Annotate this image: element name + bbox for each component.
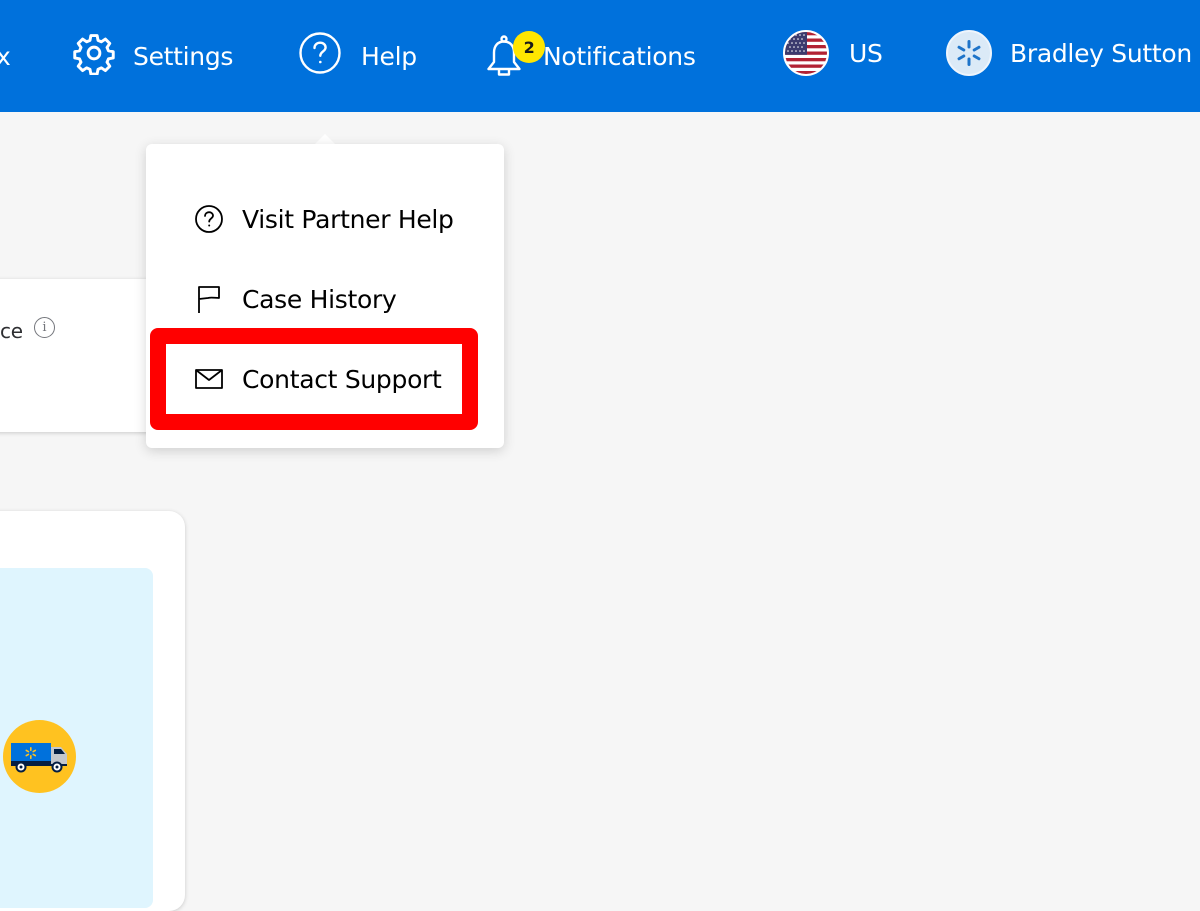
info-icon[interactable]: i: [34, 317, 55, 338]
menu-item-visit-partner-help[interactable]: Visit Partner Help: [194, 199, 454, 239]
promo-card: [0, 511, 185, 911]
nav-item-truncated[interactable]: x: [0, 0, 11, 112]
nav-notifications[interactable]: 2 Notifications: [485, 0, 696, 112]
nav-help-label: Help: [361, 41, 417, 71]
nav-user-name: Bradley Sutton: [1010, 38, 1192, 68]
nav-country-selector[interactable]: US: [783, 0, 883, 112]
help-circle-icon: [194, 204, 224, 234]
mail-icon: [194, 364, 224, 394]
nav-settings[interactable]: Settings: [72, 0, 233, 112]
nav-notifications-label: Notifications: [543, 41, 696, 71]
gear-icon: [72, 31, 116, 81]
flag-icon: [194, 284, 224, 314]
delivery-truck-icon: [3, 720, 76, 793]
nav-country-label: US: [849, 38, 883, 68]
menu-item-contact-support[interactable]: Contact Support: [194, 359, 442, 399]
bell-icon: [485, 35, 523, 86]
menu-item-label: Visit Partner Help: [242, 204, 454, 234]
promo-panel: [0, 568, 153, 908]
menu-item-label: Case History: [242, 284, 397, 314]
nav-help[interactable]: Help: [298, 0, 417, 112]
card-title-partial: ce: [0, 319, 23, 343]
top-navigation-bar: x Settings Help 2 Notifications US Bradl…: [0, 0, 1200, 112]
summary-card: ce i: [0, 279, 160, 432]
menu-item-case-history[interactable]: Case History: [194, 279, 397, 319]
nav-item-truncated-label: x: [0, 41, 11, 71]
menu-item-label: Contact Support: [242, 364, 442, 394]
help-circle-icon: [298, 31, 342, 81]
nav-user-account[interactable]: Bradley Sutton: [946, 0, 1192, 112]
notification-count-badge: 2: [513, 31, 545, 63]
nav-settings-label: Settings: [133, 41, 234, 71]
us-flag-icon: [783, 30, 829, 76]
user-avatar-spark-icon: [946, 30, 992, 76]
